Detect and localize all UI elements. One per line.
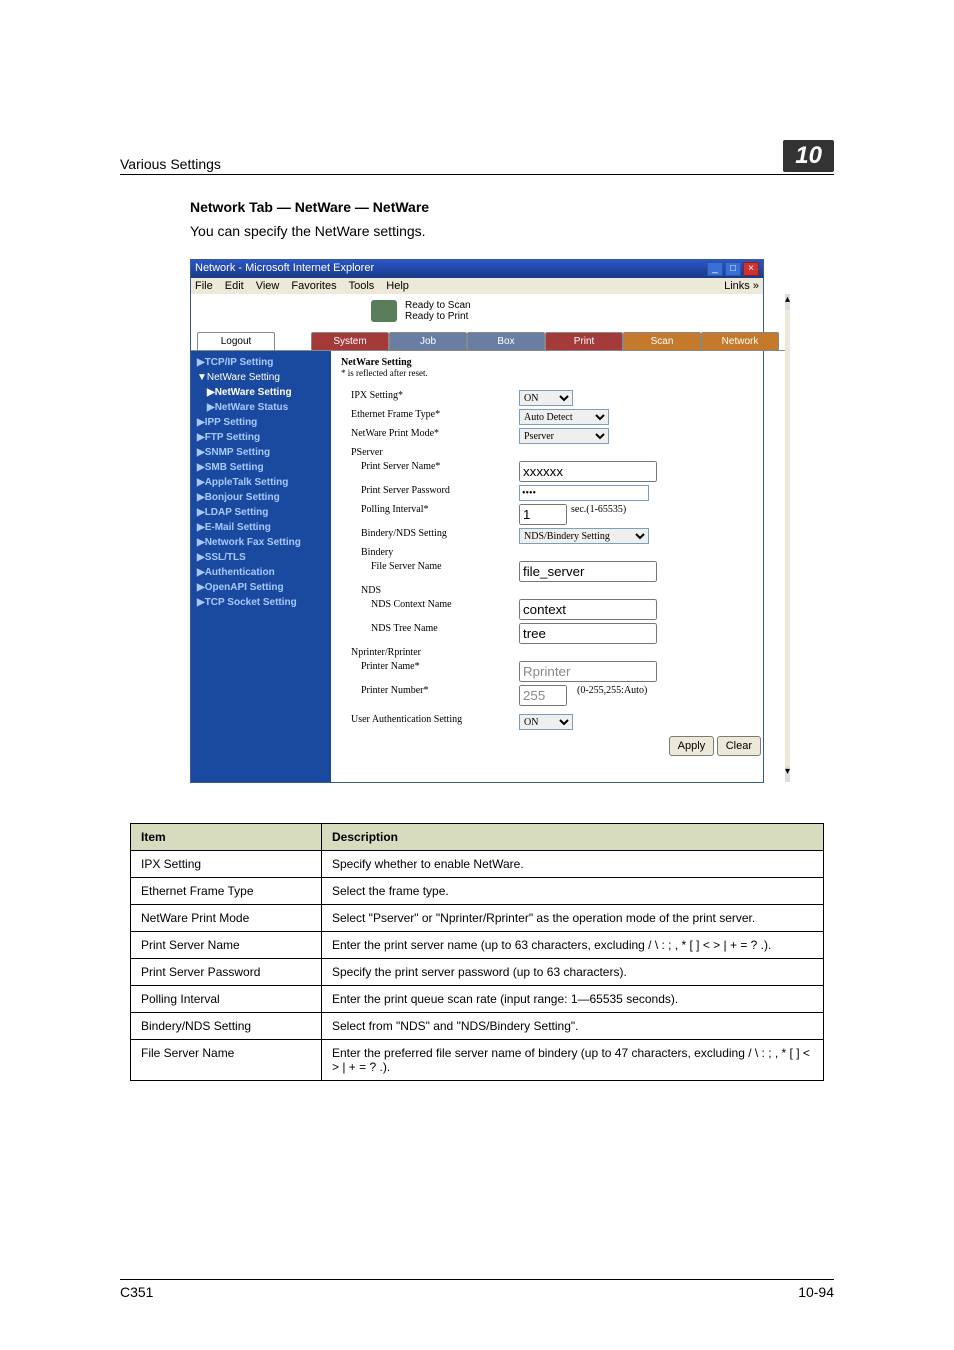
sidebar-netfax[interactable]: ▶Network Fax Setting	[191, 535, 331, 550]
tab-network[interactable]: Network	[701, 332, 779, 350]
pno-unit: (0-255,255:Auto)	[577, 685, 647, 706]
panel-heading: NetWare Setting	[341, 357, 775, 368]
sidebar-auth[interactable]: ▶Authentication	[191, 565, 331, 580]
sidebar-tcpip[interactable]: ▶TCP/IP Setting	[191, 355, 331, 370]
tab-job[interactable]: Job	[389, 332, 467, 350]
bnds-label: Bindery/NDS Setting	[341, 528, 519, 544]
mode-label: NetWare Print Mode*	[341, 428, 519, 444]
th-desc: Description	[322, 824, 824, 851]
sidebar-snmp[interactable]: ▶SNMP Setting	[191, 445, 331, 460]
prn-label: Printer Name*	[341, 661, 519, 682]
bnds-select[interactable]: NDS/Bindery Setting	[519, 528, 649, 544]
menu-help[interactable]: Help	[386, 280, 409, 292]
poll-unit: sec.(1-65535)	[571, 504, 626, 525]
minimize-icon[interactable]: _	[707, 262, 723, 276]
ppwd-label: Print Server Password	[341, 485, 519, 501]
table-row: Print Server NameEnter the print server …	[131, 932, 824, 959]
table-row: IPX SettingSpecify whether to enable Net…	[131, 851, 824, 878]
th-item: Item	[131, 824, 322, 851]
tree-label: NDS Tree Name	[341, 623, 519, 644]
fsn-label: File Server Name	[341, 561, 519, 582]
prn-input[interactable]	[519, 661, 657, 682]
apply-button[interactable]: Apply	[669, 736, 715, 756]
logout-button[interactable]: Logout	[197, 332, 275, 350]
links-chevron-icon[interactable]: »	[753, 280, 759, 292]
main-panel: NetWare Setting * is reflected after res…	[331, 351, 785, 782]
header-left: Various Settings	[120, 156, 221, 172]
scroll-down-icon[interactable]: ▾	[785, 766, 790, 782]
window-title: Network - Microsoft Internet Explorer	[195, 262, 374, 276]
table-row: Bindery/NDS SettingSelect from "NDS" and…	[131, 1013, 824, 1040]
frame-label: Ethernet Frame Type*	[341, 409, 519, 425]
ipx-select[interactable]: ON	[519, 390, 573, 406]
links-label[interactable]: Links	[724, 280, 750, 292]
close-icon[interactable]: ×	[743, 262, 759, 276]
ppwd-input[interactable]	[519, 485, 649, 501]
printer-icon	[371, 300, 397, 322]
table-row: Polling IntervalEnter the print queue sc…	[131, 986, 824, 1013]
tab-scan[interactable]: Scan	[623, 332, 701, 350]
tab-box[interactable]: Box	[467, 332, 545, 350]
status-print: Ready to Print	[405, 311, 471, 322]
status-scan: Ready to Scan	[405, 300, 471, 311]
sidebar-ftp[interactable]: ▶FTP Setting	[191, 430, 331, 445]
sidebar-smb[interactable]: ▶SMB Setting	[191, 460, 331, 475]
footer-left: C351	[120, 1284, 153, 1300]
poll-input[interactable]	[519, 504, 567, 525]
tree-input[interactable]	[519, 623, 657, 644]
sidebar-netware-status[interactable]: ▶NetWare Status	[191, 400, 331, 415]
browser-window: Network - Microsoft Internet Explorer _ …	[190, 259, 764, 783]
table-row: File Server NameEnter the preferred file…	[131, 1040, 824, 1081]
ipx-label: IPX Setting*	[341, 390, 519, 406]
sidebar-netware[interactable]: ▼NetWare Setting	[191, 370, 331, 385]
uauth-select[interactable]: ON	[519, 714, 573, 730]
ctx-input[interactable]	[519, 599, 657, 620]
pno-input[interactable]	[519, 685, 567, 706]
table-row: Print Server PasswordSpecify the print s…	[131, 959, 824, 986]
pserver-heading: PServer	[341, 447, 519, 458]
poll-label: Polling Interval*	[341, 504, 519, 525]
nds-heading: NDS	[341, 585, 519, 596]
sidebar-bonjour[interactable]: ▶Bonjour Setting	[191, 490, 331, 505]
pname-input[interactable]	[519, 461, 657, 482]
sidebar-ldap[interactable]: ▶LDAP Setting	[191, 505, 331, 520]
menu-view[interactable]: View	[256, 280, 280, 292]
ctx-label: NDS Context Name	[341, 599, 519, 620]
fsn-input[interactable]	[519, 561, 657, 582]
uauth-label: User Authentication Setting	[341, 714, 519, 730]
menu-edit[interactable]: Edit	[225, 280, 244, 292]
pname-label: Print Server Name*	[341, 461, 519, 482]
mode-select[interactable]: Pserver	[519, 428, 609, 444]
table-row: Ethernet Frame TypeSelect the frame type…	[131, 878, 824, 905]
sidebar-openapi[interactable]: ▶OpenAPI Setting	[191, 580, 331, 595]
pno-label: Printer Number*	[341, 685, 519, 706]
sidebar-ipp[interactable]: ▶IPP Setting	[191, 415, 331, 430]
clear-button[interactable]: Clear	[717, 736, 761, 756]
footer-right: 10-94	[798, 1284, 834, 1300]
sidebar-ssl[interactable]: ▶SSL/TLS	[191, 550, 331, 565]
menu-favorites[interactable]: Favorites	[291, 280, 336, 292]
nprinter-heading: Nprinter/Rprinter	[341, 647, 519, 658]
section-desc: You can specify the NetWare settings.	[190, 223, 834, 239]
tab-system[interactable]: System	[311, 332, 389, 350]
menu-file[interactable]: File	[195, 280, 213, 292]
scroll-up-icon[interactable]: ▴	[785, 294, 790, 310]
sidebar-tcpsock[interactable]: ▶TCP Socket Setting	[191, 595, 331, 610]
sidebar: ▶TCP/IP Setting ▼NetWare Setting ▶NetWar…	[191, 351, 331, 782]
sidebar-netware-setting[interactable]: ▶NetWare Setting	[191, 385, 331, 400]
chapter-badge: 10	[783, 140, 834, 172]
tab-print[interactable]: Print	[545, 332, 623, 350]
sidebar-appletalk[interactable]: ▶AppleTalk Setting	[191, 475, 331, 490]
panel-note: * is reflected after reset.	[341, 368, 775, 378]
sidebar-email[interactable]: ▶E-Mail Setting	[191, 520, 331, 535]
bindery-heading: Bindery	[341, 547, 519, 558]
maximize-icon[interactable]: □	[725, 262, 741, 276]
table-row: NetWare Print ModeSelect "Pserver" or "N…	[131, 905, 824, 932]
description-table: Item Description IPX SettingSpecify whet…	[130, 823, 824, 1081]
frame-select[interactable]: Auto Detect	[519, 409, 609, 425]
scrollbar[interactable]: ▴ ▾	[785, 294, 790, 782]
section-title: Network Tab — NetWare — NetWare	[190, 199, 834, 215]
menu-tools[interactable]: Tools	[349, 280, 375, 292]
